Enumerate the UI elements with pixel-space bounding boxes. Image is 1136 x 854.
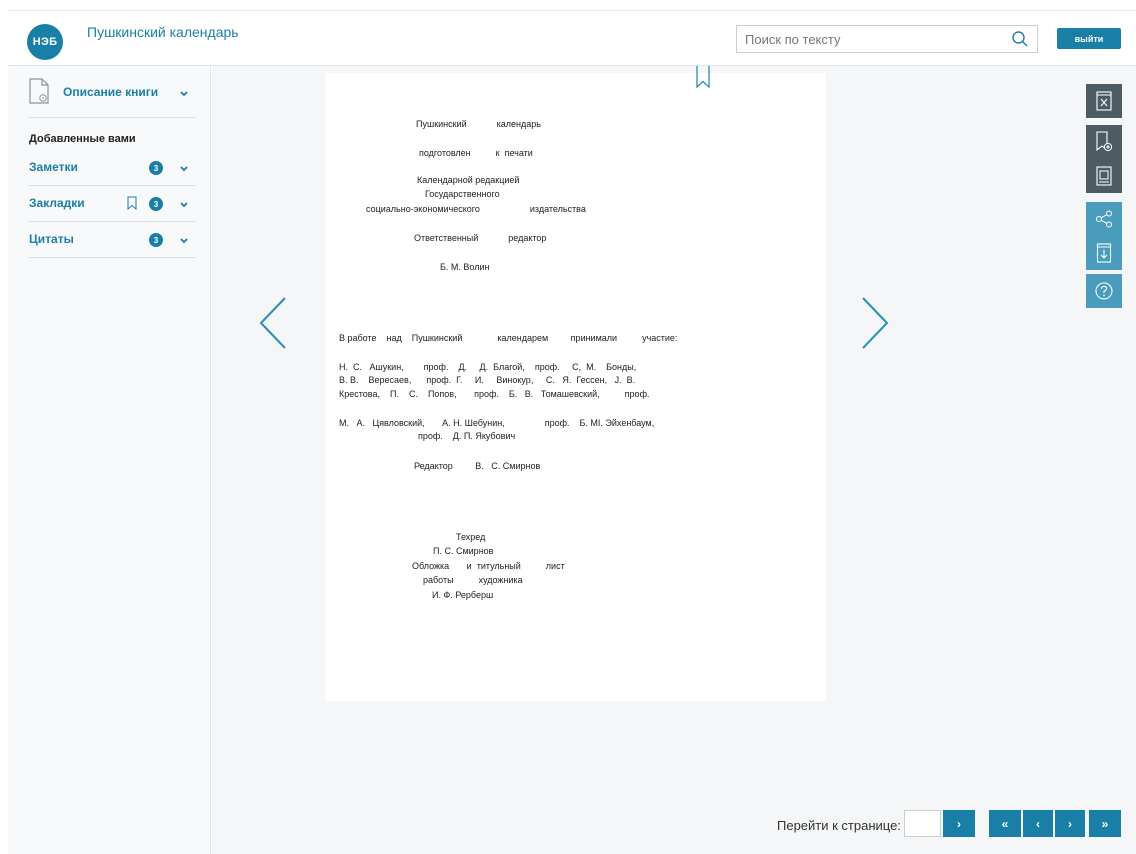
add-quote-button[interactable] [1086, 159, 1122, 193]
chevron-down-icon[interactable] [179, 165, 189, 173]
page-text-line: Редактор В. С. Смирнов [414, 461, 541, 471]
added-by-you-heading: Добавленные вами [29, 133, 136, 145]
search-box [736, 25, 1038, 53]
page-text-line: М. А. Цявловский, А. Н. Шебунин, проф. Б… [339, 418, 655, 428]
help-button[interactable] [1086, 274, 1122, 308]
close-book-icon [1096, 91, 1112, 111]
search-icon[interactable] [1011, 30, 1029, 48]
book-title: Пушкинский календарь [87, 24, 239, 40]
next-page-button[interactable]: › [1055, 810, 1085, 837]
search-input[interactable] [737, 26, 997, 52]
page-text-line: Техред [456, 532, 486, 542]
close-book-button[interactable] [1086, 84, 1122, 118]
bookmark-icon [127, 196, 137, 210]
download-icon [1096, 243, 1112, 263]
page-text-line: В. В. Вересаев, проф. Г. И. Винокур, С. … [339, 375, 636, 385]
page-text-line: В работе над Пушкинский календарем прини… [339, 333, 678, 343]
count-badge: 3 [149, 197, 163, 211]
book-description-toggle[interactable]: Описание книги [28, 78, 196, 118]
add-quote-icon [1096, 166, 1112, 186]
top-header: НЭБ Пушкинский календарь выйти [8, 10, 1136, 66]
page-text-line: Государственного [425, 189, 500, 199]
previous-page-button[interactable]: ‹ [1023, 810, 1053, 837]
chevron-down-icon[interactable] [179, 90, 189, 98]
neb-logo[interactable]: НЭБ [27, 24, 63, 60]
next-page-arrow-icon[interactable] [860, 296, 890, 350]
page-text-line: П. С. Смирнов [433, 546, 494, 556]
last-page-button[interactable]: » [1089, 810, 1121, 837]
share-icon [1095, 210, 1113, 228]
chevron-down-icon[interactable] [179, 201, 189, 209]
add-bookmark-button[interactable] [1086, 125, 1122, 159]
page-text-line: Б. М. Волин [440, 262, 490, 272]
page-text-line: социально-экономического издательства [366, 204, 586, 214]
sidebar-item-notes[interactable]: Заметки 3 [28, 151, 196, 186]
chevron-down-icon[interactable] [179, 237, 189, 245]
page-text-line: Ответственный редактор [414, 233, 547, 243]
reader-area: Пушкинский календарь подготовлен к печат… [212, 66, 1136, 854]
sidebar-item-label: Заметки [29, 160, 78, 174]
logout-button[interactable]: выйти [1057, 28, 1121, 49]
page-bookmark-icon[interactable] [696, 66, 710, 88]
sidebar: Описание книги Добавленные вами Заметки … [8, 66, 211, 854]
prev-page-arrow-icon[interactable] [258, 296, 288, 350]
page-text-line: Пушкинский календарь [416, 119, 541, 129]
page-number-input[interactable] [905, 811, 940, 836]
page-text-line: Календарной редакцией [417, 175, 520, 185]
download-button[interactable] [1086, 236, 1122, 270]
sidebar-item-bookmarks[interactable]: Закладки 3 [28, 187, 196, 222]
book-page: Пушкинский календарь подготовлен к печат… [325, 66, 826, 701]
page-text-line: подготовлен к печати [419, 148, 533, 158]
page-text-line: Крестова, П. С. Попов, проф. Б. В. Томаш… [339, 389, 650, 399]
sidebar-item-label: Закладки [29, 196, 85, 210]
go-to-page-box [904, 810, 941, 837]
count-badge: 3 [149, 233, 163, 247]
page-text-line: проф. Д. П. Якубович [418, 431, 516, 441]
book-info-icon [29, 78, 49, 104]
first-page-button[interactable]: « [989, 810, 1021, 837]
go-to-page-button[interactable]: › [943, 810, 975, 837]
sidebar-item-label: Цитаты [29, 232, 74, 246]
page-text-line: работы художника [423, 575, 523, 585]
page-text-line: Обложка и титульный лист [412, 561, 565, 571]
book-description-label: Описание книги [63, 85, 159, 99]
count-badge: 3 [149, 161, 163, 175]
page-text-line: И. Ф. Рерберш [432, 590, 494, 600]
add-bookmark-icon [1096, 131, 1113, 152]
page-text-line: Н. С. Ашукин, проф. Д. Д. Благой, проф. … [339, 362, 637, 372]
help-icon [1095, 282, 1113, 300]
share-button[interactable] [1086, 202, 1122, 236]
sidebar-item-quotes[interactable]: Цитаты 3 [28, 223, 196, 258]
go-to-page-label: Перейти к странице: [777, 818, 901, 833]
